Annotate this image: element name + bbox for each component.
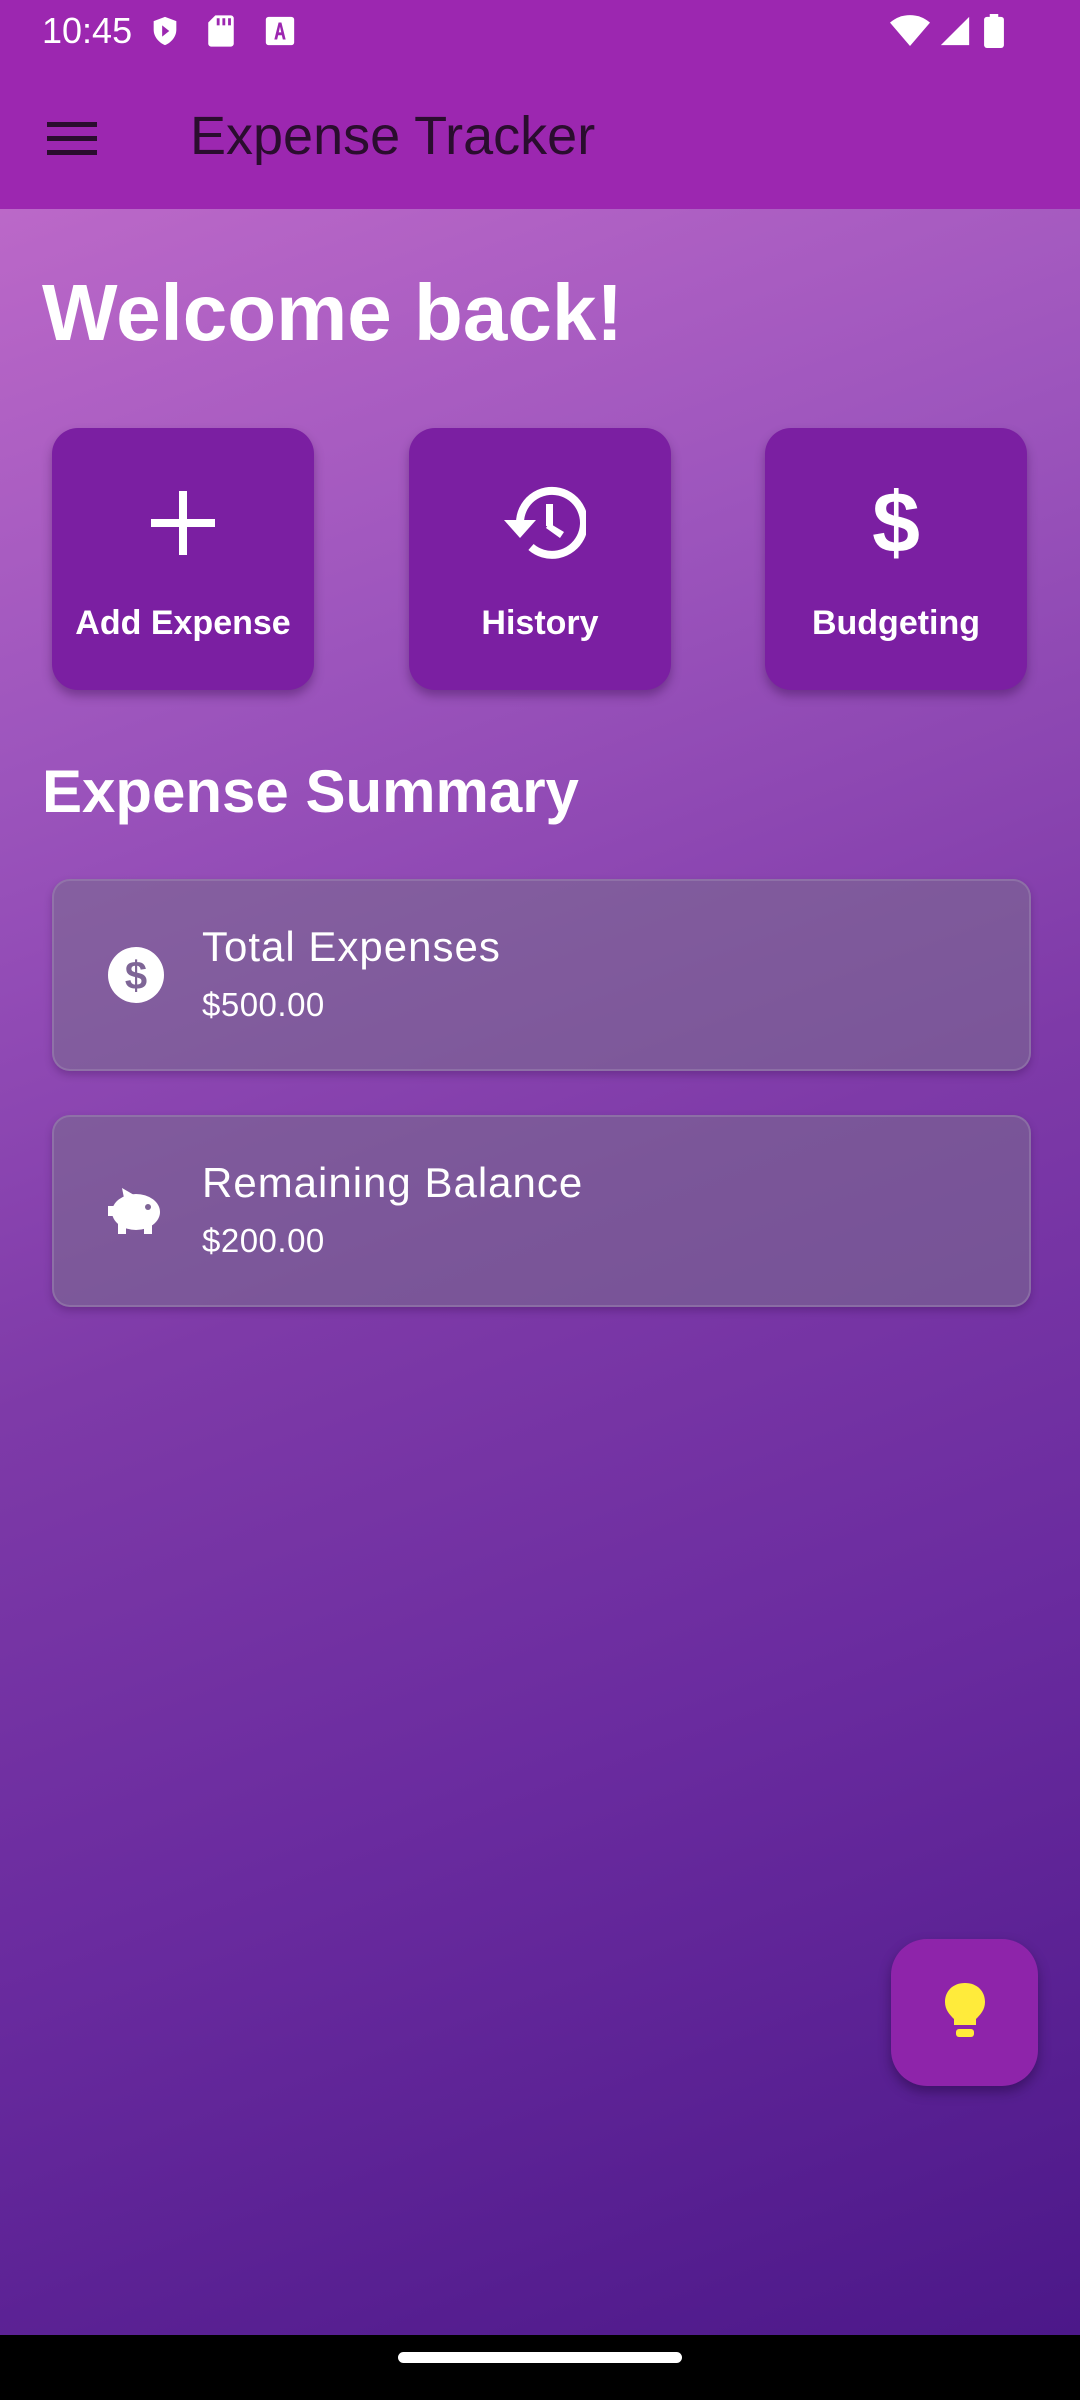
total-expenses-title: Total Expenses [202,923,501,970]
sd-card-icon [206,14,236,53]
budgeting-button[interactable]: $ Budgeting [765,428,1027,690]
hamburger-menu-icon [47,120,97,161]
dollar-icon: $ [872,475,920,571]
welcome-heading: Welcome back! [42,268,623,357]
lightbulb-icon [943,1981,987,2044]
app-title: Expense Tracker [190,106,596,166]
total-expenses-value: $500.00 [202,986,325,1023]
history-label: History [481,604,599,642]
expense-summary-heading: Expense Summary [42,758,579,825]
total-expenses-card[interactable]: $ Total Expenses $500.00 [52,879,1031,1071]
status-bar: 10:45 [0,0,1080,62]
plus-icon [52,478,314,568]
battery-icon [984,14,1004,53]
remaining-balance-card[interactable]: Remaining Balance $200.00 [52,1115,1031,1307]
remaining-balance-value: $200.00 [202,1222,325,1259]
remaining-balance-title: Remaining Balance [202,1159,584,1206]
shield-icon [148,14,182,53]
app-screen: 10:45 Expense Tracker Welcome back! Add … [0,0,1080,2400]
budgeting-label: Budgeting [811,604,981,642]
history-button[interactable]: History [409,428,671,690]
font-download-icon [263,14,297,53]
piggy-bank-icon [96,1171,176,1251]
dollar-circle-icon: $ [96,935,176,1015]
history-icon [409,478,671,568]
add-expense-label: Add Expense [75,604,291,642]
home-gesture-handle[interactable] [398,2352,682,2363]
status-time: 10:45 [42,10,133,51]
wifi-icon [890,14,930,53]
tips-fab-button[interactable] [891,1939,1038,2086]
add-expense-button[interactable]: Add Expense [52,428,314,690]
app-bar: Expense Tracker [0,62,1080,209]
menu-button[interactable] [30,98,114,182]
cellular-signal-icon [938,14,972,53]
system-navigation-bar [0,2335,1080,2400]
svg-text:$: $ [125,954,147,998]
